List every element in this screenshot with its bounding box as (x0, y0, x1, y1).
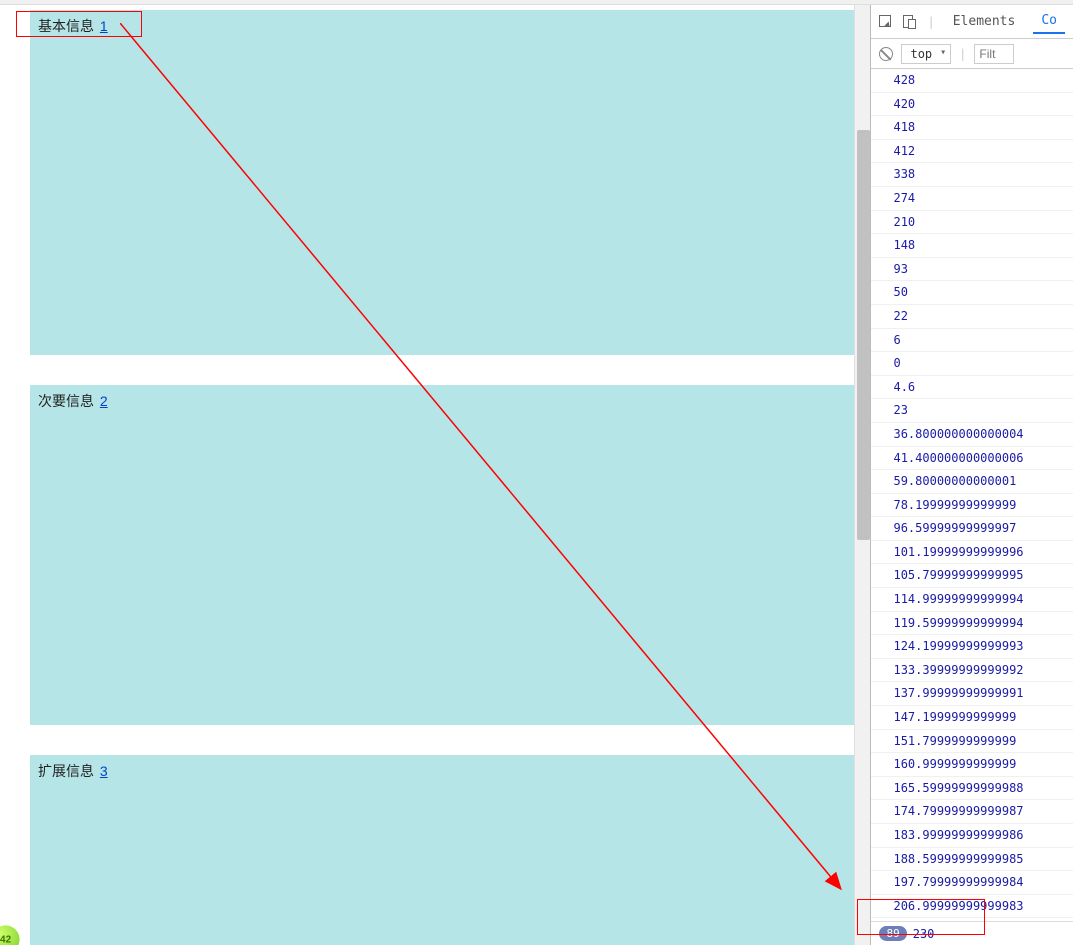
console-log-row[interactable]: 96.59999999999997 (871, 517, 1073, 541)
clear-console-icon[interactable] (879, 47, 893, 61)
section-title-text: 次要信息 (38, 393, 94, 409)
console-log-row[interactable]: 174.79999999999987 (871, 800, 1073, 824)
console-log-row[interactable]: 50 (871, 281, 1073, 305)
tab-console[interactable]: Co (1033, 9, 1065, 34)
extension-badge[interactable]: 42 (0, 925, 20, 945)
console-log-row[interactable]: 0 (871, 352, 1073, 376)
console-log-row[interactable]: 418 (871, 116, 1073, 140)
console-log-row[interactable]: 188.59999999999985 (871, 848, 1073, 872)
console-log-row[interactable]: 428 (871, 69, 1073, 93)
repeat-count-badge: 89 (879, 926, 906, 941)
divider: | (927, 15, 934, 29)
console-log-row[interactable]: 160.9999999999999 (871, 753, 1073, 777)
console-log-row[interactable]: 114.99999999999994 (871, 588, 1073, 612)
page-scrollbar[interactable] (854, 5, 871, 945)
console-log-row[interactable]: 119.59999999999994 (871, 612, 1073, 636)
section-title: 基本信息 1 (38, 16, 846, 36)
section-title-text: 扩展信息 (38, 763, 94, 779)
console-log-row[interactable]: 165.59999999999988 (871, 777, 1073, 801)
section-extended-info: 扩展信息 3 (30, 755, 854, 945)
section-title: 扩展信息 3 (38, 761, 846, 781)
device-toggle-icon[interactable] (903, 15, 917, 29)
inspect-icon[interactable] (879, 15, 893, 29)
console-log-row[interactable]: 59.80000000000001 (871, 470, 1073, 494)
section-title: 次要信息 2 (38, 391, 846, 411)
console-log-row[interactable]: 137.99999999999991 (871, 682, 1073, 706)
tab-elements[interactable]: Elements (945, 10, 1024, 33)
console-footer-row: 89 230 (871, 921, 1073, 945)
context-value: top (910, 47, 932, 61)
section-link-3[interactable]: 3 (100, 763, 108, 779)
console-log-row[interactable]: 183.99999999999986 (871, 824, 1073, 848)
console-log-row[interactable]: 274 (871, 187, 1073, 211)
page-viewport: 基本信息 1 次要信息 2 扩展信息 3 42 (0, 5, 854, 945)
console-log-row[interactable]: 420 (871, 93, 1073, 117)
console-filter-input[interactable] (974, 44, 1014, 64)
console-log-row[interactable]: 22 (871, 305, 1073, 329)
extension-badge-count: 42 (0, 934, 11, 945)
scrollbar-thumb[interactable] (857, 130, 870, 540)
devtools-header: | Elements Co (871, 5, 1073, 39)
console-log-row[interactable]: 41.400000000000006 (871, 447, 1073, 471)
devtools-panel: | Elements Co top | 42842041841233827421… (870, 5, 1073, 945)
console-log-row[interactable]: 151.7999999999999 (871, 730, 1073, 754)
console-log-row[interactable]: 338 (871, 163, 1073, 187)
console-log-row[interactable]: 197.79999999999984 (871, 871, 1073, 895)
console-log-row[interactable]: 206.99999999999983 (871, 895, 1073, 919)
context-selector[interactable]: top (901, 44, 951, 64)
console-log-row[interactable]: 101.19999999999996 (871, 541, 1073, 565)
console-log-row[interactable]: 6 (871, 329, 1073, 353)
section-link-1[interactable]: 1 (100, 18, 108, 34)
console-log-row[interactable]: 133.39999999999992 (871, 659, 1073, 683)
console-footer-value: 230 (913, 927, 935, 941)
console-log-row[interactable]: 4.6 (871, 376, 1073, 400)
section-basic-info: 基本信息 1 (30, 10, 854, 355)
section-title-text: 基本信息 (38, 18, 94, 34)
console-log-row[interactable]: 93 (871, 258, 1073, 282)
console-log-row[interactable]: 23 (871, 399, 1073, 423)
section-secondary-info: 次要信息 2 (30, 385, 854, 725)
main-area: 基本信息 1 次要信息 2 扩展信息 3 42 (0, 5, 1073, 945)
console-log-row[interactable]: 124.19999999999993 (871, 635, 1073, 659)
console-log-row[interactable]: 105.79999999999995 (871, 564, 1073, 588)
console-log-row[interactable]: 148 (871, 234, 1073, 258)
console-output: 428420418412338274210148935022604.62336.… (871, 69, 1073, 921)
section-link-2[interactable]: 2 (100, 393, 108, 409)
devtools-toolbar: top | (871, 39, 1073, 69)
console-log-row[interactable]: 78.19999999999999 (871, 494, 1073, 518)
console-log-row[interactable]: 36.800000000000004 (871, 423, 1073, 447)
console-log-row[interactable]: 147.1999999999999 (871, 706, 1073, 730)
divider: | (959, 47, 966, 61)
console-log-row[interactable]: 412 (871, 140, 1073, 164)
console-log-row[interactable]: 210 (871, 211, 1073, 235)
